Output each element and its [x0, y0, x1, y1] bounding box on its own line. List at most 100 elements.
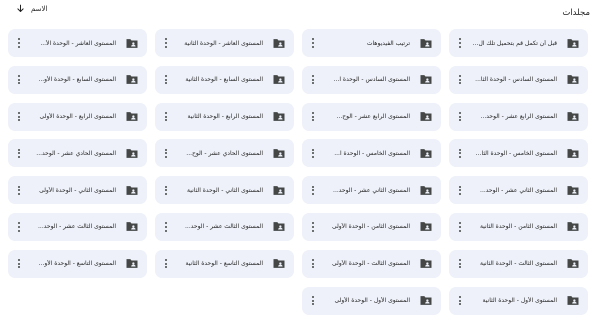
folder-name: المستوى الثامن - الوحدة الأولى	[331, 223, 410, 231]
shared-folder-icon	[273, 112, 285, 121]
folder-name: المستوى الخامس - الوحدة ا...	[334, 149, 410, 157]
more-options-icon[interactable]	[455, 294, 465, 308]
folder-card[interactable]: المستوى الرابع - الوحدة الأولى	[8, 102, 147, 131]
folder-card[interactable]: المستوى الأول - الوحدة الأولى	[302, 286, 441, 315]
shared-folder-icon	[273, 222, 285, 232]
folder-card[interactable]: المستوى الخامس - الوحدة الثا...	[449, 139, 588, 168]
folder-card[interactable]: المستوى الحادي عشر - الوحد...	[8, 139, 147, 168]
folder-card[interactable]: المستوى الثاني عشر - الوحد...	[302, 176, 441, 205]
shared-folder-icon	[567, 296, 579, 305]
shared-folder-icon	[420, 75, 432, 85]
shared-folder-icon	[567, 75, 579, 85]
folder-name: المستوى الأول - الوحدة الأولى	[334, 297, 410, 305]
folder-name: المستوى الثاني عشر - الوحد...	[333, 186, 410, 194]
folder-name: المستوى الثاني - الوحدة الثانية	[187, 186, 263, 194]
sort-label: الاسم	[31, 4, 48, 13]
folder-name: المستوى الثاني عشر - الوحد...	[480, 186, 557, 194]
more-options-icon[interactable]	[308, 257, 318, 271]
folder-card[interactable]: المستوى الأول - الوحدة الثانية	[449, 286, 588, 315]
shared-folder-icon	[126, 222, 138, 232]
folder-name: ترتيب الفيديوهات	[366, 39, 410, 47]
more-options-icon[interactable]	[161, 183, 171, 197]
folder-card[interactable]: المستوى الثامن - الوحدة الأولى	[302, 212, 441, 241]
more-options-icon[interactable]	[161, 257, 171, 271]
shared-folder-icon	[567, 185, 579, 195]
drive-folders-view: مجلدات الاسم قبل أن تكمل قم بتحميل تلك ا…	[0, 0, 600, 331]
folder-card[interactable]: المستوى التاسع - الوحدة الثانية	[155, 249, 294, 278]
shared-folder-icon	[126, 112, 138, 121]
shared-folder-icon	[420, 259, 432, 269]
more-options-icon[interactable]	[308, 183, 318, 197]
more-options-icon[interactable]	[161, 220, 171, 234]
shared-folder-icon	[567, 112, 579, 121]
folder-name: المستوى التاسع - الوحدة الثانية	[185, 260, 264, 268]
more-options-icon[interactable]	[14, 73, 24, 87]
shared-folder-icon	[420, 185, 432, 195]
shared-folder-icon	[567, 148, 579, 158]
more-options-icon[interactable]	[455, 146, 465, 160]
folder-card[interactable]: المستوى السادس - الوحدة ا...	[302, 65, 441, 94]
more-options-icon[interactable]	[308, 220, 318, 234]
more-options-icon[interactable]	[14, 36, 24, 50]
folder-card[interactable]: قبل أن تكمل قم بتحميل تلك ال...	[449, 29, 588, 57]
folder-name: المستوى الرابع - الوحدة الثانية	[187, 113, 263, 121]
more-options-icon[interactable]	[455, 220, 465, 234]
folder-card[interactable]: المستوى السابع - الوحدة الثانية	[155, 65, 294, 94]
shared-folder-icon	[273, 38, 285, 48]
folder-card[interactable]: المستوى العاشر - الوحدة الثانية	[155, 29, 294, 57]
shared-folder-icon	[126, 38, 138, 48]
folder-name: المستوى الأول - الوحدة الثانية	[482, 297, 558, 305]
folder-card[interactable]: المستوى الثالث عشر - الوحد...	[8, 212, 147, 241]
folder-card[interactable]: المستوى الثالث - الوحدة الأولى	[302, 249, 441, 278]
folder-name: المستوى الثالث - الوحدة الثانية	[480, 260, 557, 268]
folder-name: المستوى الخامس - الوحدة الثا...	[475, 149, 557, 157]
shared-folder-icon	[273, 259, 285, 269]
more-options-icon[interactable]	[455, 36, 465, 50]
folder-name: المستوى السادس - الوحدة ا...	[333, 76, 410, 84]
shared-folder-icon	[420, 112, 432, 121]
sort-by-name-button[interactable]: الاسم	[16, 4, 47, 13]
folder-card[interactable]: المستوى الثالث - الوحدة الثانية	[449, 249, 588, 278]
more-options-icon[interactable]	[161, 146, 171, 160]
more-options-icon[interactable]	[308, 36, 318, 50]
more-options-icon[interactable]	[14, 257, 24, 271]
shared-folder-icon	[420, 148, 432, 158]
folder-card[interactable]: المستوى السابع - الوحدة الأو...	[8, 65, 147, 94]
folder-card[interactable]: المستوى الرابع عشر - الوح...	[302, 102, 441, 131]
more-options-icon[interactable]	[161, 110, 171, 124]
folder-card[interactable]: المستوى الحادي عشر - الوح...	[155, 139, 294, 168]
folder-card[interactable]: المستوى الثاني - الوحدة الثانية	[155, 176, 294, 205]
folder-card[interactable]: المستوى الثالث عشر - الوحد...	[155, 212, 294, 241]
folder-card[interactable]: ترتيب الفيديوهات	[302, 29, 441, 57]
folder-card[interactable]: المستوى الثاني - الوحدة الأولى	[8, 176, 147, 205]
more-options-icon[interactable]	[455, 257, 465, 271]
folder-card[interactable]: المستوى التاسع - الوحدة الأو...	[8, 249, 147, 278]
more-options-icon[interactable]	[14, 220, 24, 234]
more-options-icon[interactable]	[14, 110, 24, 124]
folder-name: المستوى الحادي عشر - الوح...	[186, 149, 263, 157]
more-options-icon[interactable]	[14, 146, 24, 160]
more-options-icon[interactable]	[308, 146, 318, 160]
more-options-icon[interactable]	[14, 183, 24, 197]
folder-name: المستوى الثامن - الوحدة الثانية	[479, 223, 557, 231]
folder-card[interactable]: المستوى الرابع - الوحدة الثانية	[155, 102, 294, 131]
folder-card[interactable]: المستوى الخامس - الوحدة ا...	[302, 139, 441, 168]
shared-folder-icon	[420, 38, 432, 48]
more-options-icon[interactable]	[308, 73, 318, 87]
shared-folder-icon	[126, 259, 138, 269]
more-options-icon[interactable]	[455, 183, 465, 197]
folder-card[interactable]: المستوى العاشر - الوحدة الأ...	[8, 29, 147, 57]
folder-card[interactable]: المستوى الثامن - الوحدة الثانية	[449, 212, 588, 241]
more-options-icon[interactable]	[308, 294, 318, 308]
shared-folder-icon	[420, 296, 432, 305]
more-options-icon[interactable]	[455, 73, 465, 87]
more-options-icon[interactable]	[161, 73, 171, 87]
folder-card[interactable]: المستوى الثاني عشر - الوحد...	[449, 176, 588, 205]
folder-name: المستوى الثالث عشر - الوحد...	[185, 223, 263, 231]
more-options-icon[interactable]	[161, 36, 171, 50]
folder-card[interactable]: المستوى الرابع عشر - الوحد...	[449, 102, 588, 131]
folder-name: المستوى الرابع عشر - الوحد...	[480, 113, 557, 121]
folder-card[interactable]: المستوى السادس - الوحدة الثا...	[449, 65, 588, 94]
more-options-icon[interactable]	[308, 110, 318, 124]
more-options-icon[interactable]	[455, 110, 465, 124]
